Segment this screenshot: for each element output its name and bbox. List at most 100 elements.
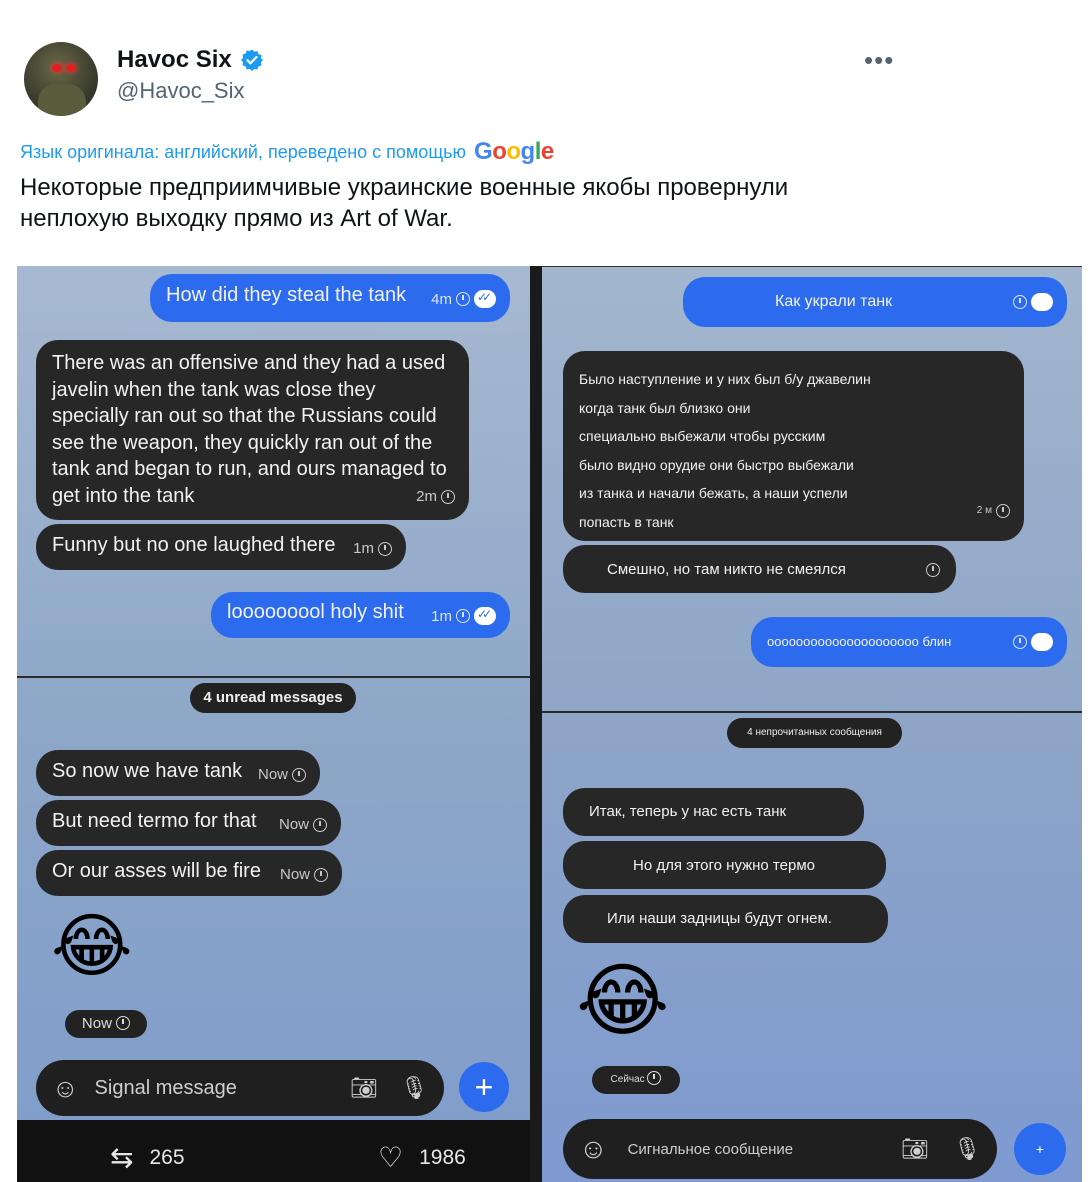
message-text: There was an offensive and they had a us… <box>52 352 447 507</box>
message-line: когда танк был близко они <box>579 399 751 416</box>
verified-badge-icon <box>240 49 263 71</box>
read-receipt-icon <box>474 290 496 308</box>
message-text: Как украли танк <box>775 293 893 310</box>
message-meta <box>1013 293 1053 343</box>
clock-icon <box>314 867 328 882</box>
clock-icon <box>1013 635 1027 649</box>
message-line: было видно орудие они быстро выбежали <box>579 456 854 473</box>
author-name[interactable]: Havoc Six <box>117 46 232 74</box>
message-meta: 1m <box>353 540 392 557</box>
image-divider <box>530 266 542 1182</box>
translation-notice[interactable]: Язык оригинала: английский, переведено с… <box>20 138 554 166</box>
message-meta: Now <box>280 866 328 883</box>
clock-icon <box>378 541 392 556</box>
message-meta: 4m <box>431 290 496 308</box>
panel-divider <box>17 676 530 678</box>
message-outgoing[interactable]: Как украли танк <box>683 277 1067 343</box>
read-receipt-icon <box>474 607 496 625</box>
message-text: Итак, теперь у нас есть танк <box>589 803 787 820</box>
clock-icon <box>1013 295 1027 309</box>
message-text: But need termo for that <box>52 810 257 832</box>
microphone-icon[interactable]: 🎙︎ <box>400 1075 428 1101</box>
author-handle[interactable]: @Havoc_Six <box>117 78 245 104</box>
message-text: Но для этого нужно термо <box>633 857 815 874</box>
avatar[interactable] <box>24 42 98 116</box>
message-meta: 2m <box>416 484 455 511</box>
retweet-stat[interactable]: ⇆ 265 <box>110 1144 185 1172</box>
clock-icon <box>313 817 327 832</box>
emoji-timestamp: Сейчас <box>592 1066 680 1094</box>
message-meta: 2 м <box>977 497 1010 526</box>
message-incoming[interactable]: Or our asses will be fire Now <box>36 850 342 896</box>
add-attachment-button[interactable]: + <box>459 1062 509 1112</box>
panel-divider <box>542 711 1082 713</box>
clock-icon <box>996 503 1010 518</box>
add-attachment-button[interactable]: + <box>1014 1123 1066 1175</box>
message-text: looooooool holy shit <box>227 601 404 623</box>
emoji-picker-icon[interactable]: ☺ <box>52 1073 79 1104</box>
message-incoming[interactable]: Было наступление и у них был б/у джавели… <box>563 351 1024 541</box>
heart-icon[interactable]: ♡ <box>378 1144 403 1172</box>
clock-icon <box>441 489 455 504</box>
read-receipt-icon <box>1031 293 1053 343</box>
message-text: ооооооооооооооооооооо блин <box>767 634 952 649</box>
retweet-count: 265 <box>149 1146 185 1169</box>
retweet-icon[interactable]: ⇆ <box>110 1144 133 1172</box>
clock-icon <box>456 609 470 623</box>
microphone-icon[interactable]: 🎙︎ <box>953 1136 981 1162</box>
message-line: попасть в танк <box>579 513 674 530</box>
laughing-emoji-icon[interactable]: 😂 <box>51 911 133 981</box>
tweet-text: Некоторые предприимчивые украинские воен… <box>20 174 789 232</box>
clock-icon <box>926 563 940 577</box>
clock-icon <box>292 767 306 782</box>
unread-messages-divider: 4 непрочитанных сообщения <box>727 718 902 748</box>
message-composer[interactable]: ☺ Signal message 📷︎ 🎙︎ <box>36 1060 444 1116</box>
message-text: Смешно, но там никто не смеялся <box>607 561 846 578</box>
message-line: специально выбежали чтобы русским <box>579 428 826 444</box>
read-receipt-icon <box>1031 633 1053 683</box>
laughing-emoji-icon[interactable]: 😂 <box>576 961 669 1041</box>
message-incoming[interactable]: But need termo for that Now <box>36 800 341 846</box>
emoji-timestamp: Now <box>65 1010 147 1038</box>
unread-messages-divider: 4 unread messages <box>190 683 356 713</box>
message-meta <box>1013 633 1053 683</box>
avatar-red-eye-right <box>66 64 76 72</box>
composer-placeholder[interactable]: Signal message <box>95 1077 351 1100</box>
message-outgoing[interactable]: ооооооооооооооооооооо блин <box>751 617 1067 683</box>
clock-icon <box>116 1016 131 1030</box>
message-incoming[interactable]: There was an offensive and they had a us… <box>36 340 469 520</box>
message-incoming[interactable]: Или наши задницы будут огнем. <box>563 895 888 943</box>
tweet-page: Havoc Six @Havoc_Six ••• Язык оригинала:… <box>0 0 1090 1182</box>
google-logo: Google <box>474 138 554 165</box>
message-text: How did they steal the tank <box>166 284 407 306</box>
author-name-row[interactable]: Havoc Six <box>117 46 264 74</box>
message-incoming[interactable]: Funny but no one laughed there 1m <box>36 524 406 570</box>
message-text: Funny but no one laughed there <box>52 534 336 556</box>
emoji-picker-icon[interactable]: ☺ <box>579 1133 608 1165</box>
message-text: Или наши задницы будут огнем. <box>607 910 832 927</box>
composer-placeholder[interactable]: Сигнальное сообщение <box>628 1141 902 1158</box>
message-meta <box>926 563 940 577</box>
avatar-red-eye-left <box>52 64 62 72</box>
message-meta: Now <box>258 766 306 783</box>
message-incoming[interactable]: Смешно, но там никто не смеялся <box>563 545 956 593</box>
message-incoming[interactable]: So now we have tank Now <box>36 750 320 796</box>
translation-label[interactable]: Язык оригинала: английский, переведено с… <box>20 142 466 163</box>
chat-screenshot-right[interactable]: Как украли танк Было наступление и у них… <box>542 266 1082 1182</box>
message-line: из танка и начали бежать, а наши успели <box>579 485 848 501</box>
message-text: Or our asses will be fire <box>52 860 261 882</box>
like-stat[interactable]: ♡ 1986 <box>378 1144 466 1172</box>
clock-icon <box>456 292 470 306</box>
avatar-figure <box>38 84 86 116</box>
message-line: Было наступление и у них был б/у джавели… <box>579 371 871 387</box>
camera-icon[interactable]: 📷︎ <box>901 1136 929 1162</box>
message-composer[interactable]: ☺ Сигнальное сообщение 📷︎ 🎙︎ <box>563 1119 997 1179</box>
message-incoming[interactable]: Но для этого нужно термо <box>563 841 886 889</box>
more-options-icon[interactable]: ••• <box>864 47 894 73</box>
message-meta: 1m <box>431 607 496 625</box>
message-outgoing[interactable]: How did they steal the tank 4m <box>150 274 510 322</box>
chat-screenshot-left[interactable]: How did they steal the tank 4m There was… <box>17 266 530 1182</box>
message-outgoing[interactable]: looooooool holy shit 1m <box>211 592 510 638</box>
message-incoming[interactable]: Итак, теперь у нас есть танк <box>563 788 864 836</box>
camera-icon[interactable]: 📷︎ <box>350 1075 378 1101</box>
